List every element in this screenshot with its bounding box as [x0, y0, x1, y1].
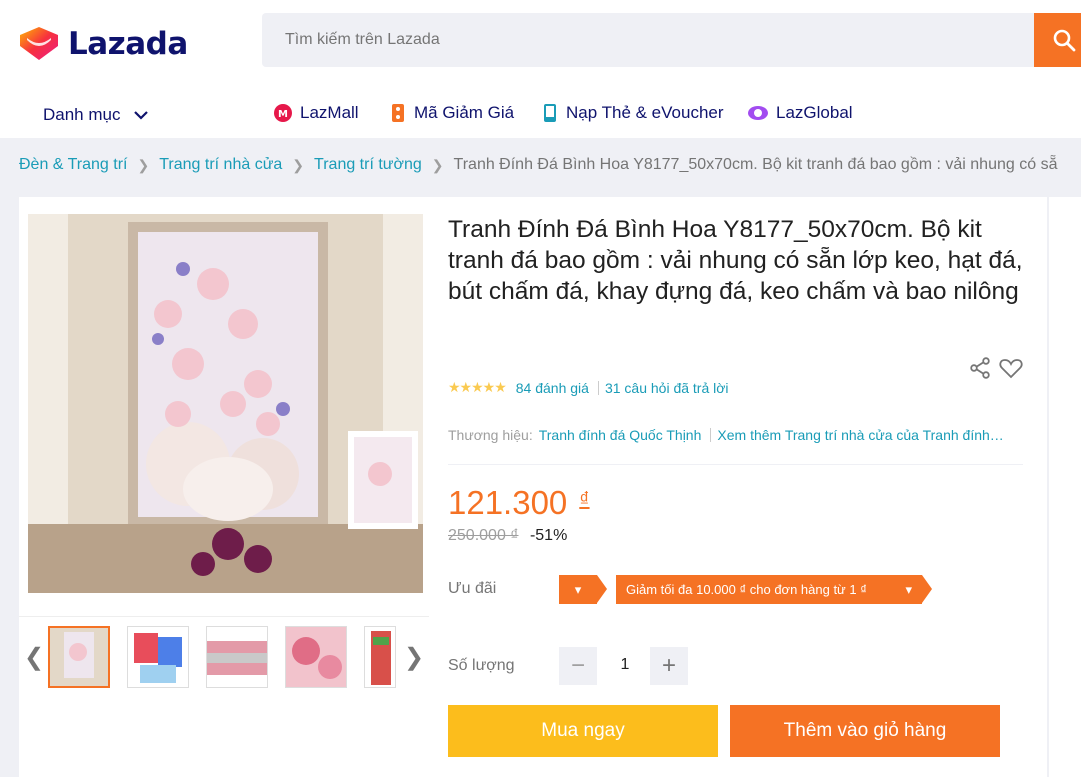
nav-lazmall[interactable]: M LazMall — [273, 103, 359, 123]
voucher-icon — [392, 104, 404, 122]
thumbnail[interactable] — [364, 626, 396, 688]
nav-lazglobal-label: LazGlobal — [776, 103, 853, 122]
rating-count-link[interactable]: 84 đánh giá — [516, 380, 589, 396]
divider — [710, 428, 712, 442]
add-to-cart-button[interactable]: Thêm vào giỏ hàng — [730, 705, 1000, 757]
lazmall-icon: M — [274, 104, 292, 122]
search-icon — [1053, 29, 1076, 52]
product-main-image[interactable] — [28, 214, 423, 593]
voucher-tag[interactable]: Giảm tối đa 10.000 ₫ cho đơn hàng từ 1 ₫… — [616, 575, 932, 604]
chevron-right-icon: ❯ — [431, 156, 444, 173]
nav-voucher-label: Mã Giảm Giá — [414, 103, 515, 122]
promo-label: Ưu đãi — [448, 580, 497, 597]
nav-lazglobal[interactable]: LazGlobal — [747, 103, 853, 123]
lazada-logo[interactable]: Lazada — [18, 26, 188, 62]
share-icon[interactable] — [969, 357, 991, 379]
caret-down-icon: ▾ — [905, 581, 912, 597]
quantity-input[interactable]: 1 — [605, 656, 645, 674]
breadcrumb-item[interactable]: Trang trí nhà cửa — [159, 156, 282, 174]
share-actions — [969, 357, 1023, 379]
more-from-brand-link[interactable]: Xem thêm Trang trí nhà cửa của Tranh đín… — [717, 427, 1003, 443]
promo-dropdown[interactable]: ▾ — [559, 575, 607, 604]
search-button[interactable] — [1034, 13, 1081, 67]
breadcrumb: Đèn & Trang trí ❯ Trang trí nhà cửa ❯ Tr… — [19, 156, 1057, 174]
discount-percent: -51% — [529, 527, 568, 544]
quantity-increase-button[interactable]: + — [650, 647, 688, 685]
heart-icon[interactable] — [999, 357, 1023, 379]
chevron-right-icon: ❯ — [137, 156, 150, 173]
rating-row: ★★★★★ 84 đánh giá 31 câu hỏi đã trả lời — [448, 379, 729, 396]
brand-link[interactable]: Tranh đính đá Quốc Thịnh — [539, 427, 702, 443]
mobile-topup-icon — [544, 104, 556, 122]
currency-symbol: ₫ — [579, 489, 590, 511]
buy-now-button[interactable]: Mua ngay — [448, 705, 718, 757]
divider — [448, 464, 1023, 465]
chevron-right-icon[interactable]: ❯ — [404, 643, 424, 672]
nav-bar: Danh mục M LazMall Mã Giảm Giá Nạp Thẻ &… — [0, 103, 1081, 127]
rating-stars-icon: ★★★★★ — [448, 379, 507, 395]
questions-link[interactable]: 31 câu hỏi đã trả lời — [605, 380, 729, 396]
divider — [597, 380, 599, 395]
breadcrumb-current: Tranh Đính Đá Bình Hoa Y8177_50x70cm. Bộ… — [453, 156, 1058, 173]
thumbnail-image — [286, 627, 346, 687]
category-label: Danh mục — [43, 105, 121, 124]
nav-topup[interactable]: Nạp Thẻ & eVoucher — [541, 103, 724, 123]
thumbnail-image — [207, 627, 267, 687]
original-price: 250.000 ₫ — [448, 527, 519, 544]
thumbnail-image — [128, 627, 188, 687]
product-artwork — [28, 214, 423, 593]
price: 121.300 ₫ — [448, 484, 590, 522]
thumbnail[interactable] — [127, 626, 189, 688]
current-price: 121.300 — [448, 484, 568, 521]
chevron-right-icon: ❯ — [292, 156, 305, 173]
brand-label: Thương hiệu: — [448, 427, 533, 443]
nav-voucher[interactable]: Mã Giảm Giá — [389, 103, 514, 123]
chevron-left-icon[interactable]: ❮ — [24, 643, 44, 672]
brand-row: Thương hiệu: Tranh đính đá Quốc Thịnh Xe… — [448, 427, 1004, 443]
plus-icon: + — [661, 652, 676, 679]
quantity-label: Số lượng — [448, 657, 515, 674]
lazglobal-icon — [748, 106, 768, 120]
breadcrumb-item[interactable]: Đèn & Trang trí — [19, 156, 128, 174]
original-price-row: 250.000 ₫ -51% — [448, 527, 567, 545]
lazada-heart-icon — [20, 27, 58, 60]
minus-icon: − — [570, 652, 585, 679]
nav-lazmall-label: LazMall — [300, 103, 359, 122]
caret-down-icon: ▾ — [574, 581, 582, 597]
svg-text:M: M — [278, 109, 288, 120]
thumbnail-image — [365, 627, 395, 687]
search-bar — [262, 13, 1035, 67]
chevron-down-icon — [134, 110, 149, 120]
breadcrumb-item[interactable]: Trang trí tường — [314, 156, 422, 174]
voucher-text: Giảm tối đa 10.000 ₫ cho đơn hàng từ 1 ₫ — [626, 582, 867, 597]
nav-topup-label: Nạp Thẻ & eVoucher — [566, 103, 724, 122]
product-title: Tranh Đính Đá Bình Hoa Y8177_50x70cm. Bộ… — [448, 216, 1023, 305]
search-input[interactable] — [262, 13, 1035, 67]
thumbnail[interactable] — [285, 626, 347, 688]
quantity-decrease-button[interactable]: − — [559, 647, 597, 685]
delivery-sidebar — [1049, 197, 1081, 777]
logo-text: Lazada — [68, 26, 188, 62]
thumbnail[interactable] — [48, 626, 110, 688]
header: Lazada Danh mục M LazMall Mã Giảm Giá Nạ… — [0, 0, 1081, 138]
thumbnail[interactable] — [206, 626, 268, 688]
category-menu[interactable]: Danh mục — [43, 105, 149, 125]
thumbnail-image — [50, 628, 108, 686]
